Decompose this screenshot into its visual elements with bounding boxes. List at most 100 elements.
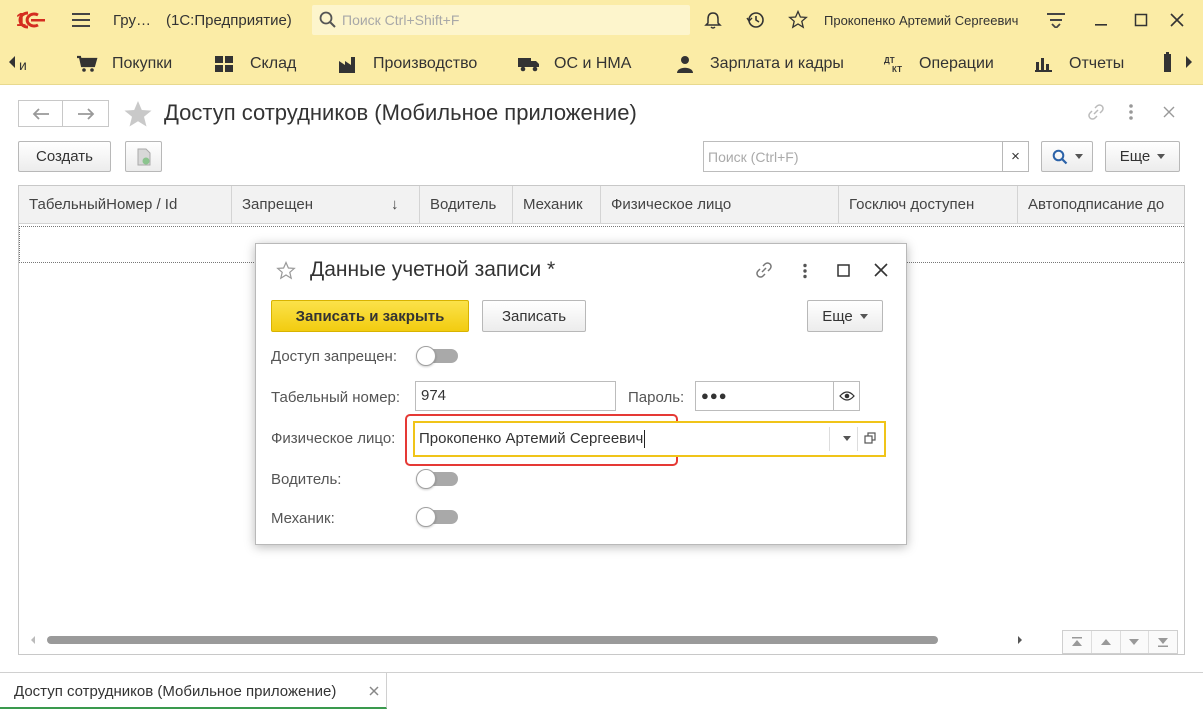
app-name: (1С:Предприятие) [166, 12, 292, 29]
search-icon [319, 11, 337, 29]
section-purchases[interactable]: Покупки [76, 54, 172, 74]
global-search-input[interactable]: Поиск Ctrl+Shift+F [312, 5, 690, 35]
list-search-input[interactable]: Поиск (Ctrl+F) [703, 141, 1003, 172]
person-dropdown-icon[interactable] [843, 436, 851, 441]
group-label[interactable]: Гру… [113, 12, 151, 29]
eye-icon [838, 391, 855, 401]
horizontal-scrollbar-thumb[interactable] [47, 636, 938, 644]
column-mechanic[interactable]: Механик [513, 186, 601, 224]
close-window-icon[interactable] [1170, 13, 1184, 27]
user-name[interactable]: Прокопенко Артемий Сергеевич [824, 13, 1018, 28]
truck-icon [518, 55, 540, 73]
section-fixed-assets[interactable]: ОС и НМА [518, 54, 631, 74]
more-actions-icon[interactable] [1128, 103, 1134, 121]
column-tab-number[interactable]: ТабельныйНомер / Id [19, 186, 232, 224]
column-forbidden-label: Запрещен [242, 196, 314, 213]
section-label-purchases: Покупки [112, 55, 173, 72]
up-icon [1100, 639, 1111, 645]
dialog-link-icon[interactable] [754, 260, 774, 280]
section-warehouse[interactable]: Склад [214, 54, 296, 74]
section-production[interactable]: Производство [337, 54, 477, 74]
window-tab[interactable]: Доступ сотрудников (Мобильное приложение… [0, 673, 387, 709]
svg-text:КТ: КТ [892, 65, 902, 73]
previous-row-button[interactable] [1092, 631, 1121, 653]
section-reports[interactable]: Отчеты [1033, 54, 1124, 74]
dialog-close-icon[interactable] [874, 263, 888, 277]
section-label-warehouse: Склад [250, 55, 297, 72]
mechanic-toggle[interactable] [416, 507, 460, 527]
minimize-icon[interactable] [1094, 14, 1108, 28]
down-icon [1129, 639, 1140, 645]
create-button[interactable]: Создать [18, 141, 111, 172]
dialog-more-icon[interactable] [802, 263, 808, 279]
save-button[interactable]: Записать [482, 300, 586, 332]
section-label-operations: Операции [919, 55, 994, 72]
first-icon [1071, 637, 1082, 646]
section-payroll[interactable]: Зарплата и кадры [674, 54, 844, 74]
dt-kt-icon: ДТ КТ [883, 55, 905, 73]
open-person-icon[interactable] [864, 432, 876, 444]
list-search-placeholder: Поиск (Ctrl+F) [708, 149, 799, 165]
create-copy-button[interactable] [125, 141, 162, 172]
show-password-button[interactable] [833, 381, 860, 411]
section-cut-label[interactable]: и [19, 57, 27, 73]
window-tab-label: Доступ сотрудников (Мобильное приложение… [14, 683, 337, 700]
access-denied-toggle[interactable] [416, 346, 460, 366]
section-label-reports: Отчеты [1069, 55, 1125, 72]
person-icon [674, 55, 696, 73]
close-tab-icon[interactable] [369, 686, 379, 696]
driver-toggle[interactable] [416, 469, 460, 489]
dialog-star-icon[interactable] [276, 261, 296, 281]
global-search-placeholder: Поиск Ctrl+Shift+F [342, 12, 460, 28]
access-denied-label: Доступ запрещен: [271, 348, 397, 365]
link-icon[interactable] [1086, 102, 1106, 122]
column-autosign[interactable]: Автоподписание до [1018, 186, 1184, 224]
more-sections-icon[interactable] [1162, 52, 1174, 74]
arrow-left-icon [32, 107, 49, 120]
column-driver[interactable]: Водитель [420, 186, 513, 224]
scroll-right-arrow-icon[interactable] [1017, 636, 1023, 644]
column-forbidden[interactable]: Запрещен ↓ [232, 186, 420, 224]
search-icon [1052, 149, 1067, 164]
search-options-button[interactable] [1041, 141, 1093, 172]
page-title: Доступ сотрудников (Мобильное приложение… [164, 100, 637, 125]
clear-search-button[interactable]: × [1002, 141, 1029, 172]
favorite-star-icon[interactable] [123, 100, 153, 128]
section-operations[interactable]: ДТ КТ Операции [883, 54, 994, 74]
person-value: Прокопенко Артемий Сергеевич [419, 430, 644, 447]
1c-logo[interactable]: 1 [16, 9, 56, 31]
dialog-more-button[interactable]: Еще [807, 300, 883, 332]
mechanic-label: Механик: [271, 510, 335, 527]
password-input[interactable]: ●●● [695, 381, 834, 411]
more-button[interactable]: Еще [1105, 141, 1180, 172]
close-form-icon[interactable] [1163, 106, 1175, 118]
star-icon[interactable] [788, 10, 808, 30]
save-and-close-button[interactable]: Записать и закрыть [271, 300, 469, 332]
bar-chart-icon [1033, 55, 1055, 73]
account-data-dialog: Данные учетной записи * Записать и закры… [255, 243, 907, 545]
forward-button[interactable] [62, 100, 109, 127]
scroll-right-icon[interactable] [1184, 55, 1194, 69]
maximize-icon[interactable] [1134, 13, 1148, 27]
main-menu-icon[interactable] [72, 12, 92, 28]
dialog-title: Данные учетной записи * [310, 258, 556, 281]
scroll-left-arrow-icon[interactable] [30, 636, 36, 644]
dialog-more-label: Еще [822, 307, 853, 325]
document-add-icon [137, 148, 150, 165]
person-input[interactable]: Прокопенко Артемий Сергеевич [413, 421, 886, 457]
settings-menu-icon[interactable] [1047, 12, 1067, 28]
text-cursor [644, 430, 646, 449]
column-person[interactable]: Физическое лицо [601, 186, 839, 224]
back-button[interactable] [18, 100, 63, 127]
last-row-button[interactable] [1149, 631, 1177, 653]
column-goskey[interactable]: Госключ доступен [839, 186, 1018, 224]
more-button-label: Еще [1119, 148, 1151, 165]
tab-number-input[interactable]: 974 [415, 381, 616, 411]
next-row-button[interactable] [1121, 631, 1150, 653]
first-row-button[interactable] [1063, 631, 1092, 653]
dialog-maximize-icon[interactable] [837, 264, 850, 277]
section-label-fixed-assets: ОС и НМА [554, 55, 632, 72]
scroll-left-icon[interactable] [7, 55, 17, 69]
history-icon[interactable] [746, 10, 766, 30]
bell-icon[interactable] [703, 10, 723, 30]
